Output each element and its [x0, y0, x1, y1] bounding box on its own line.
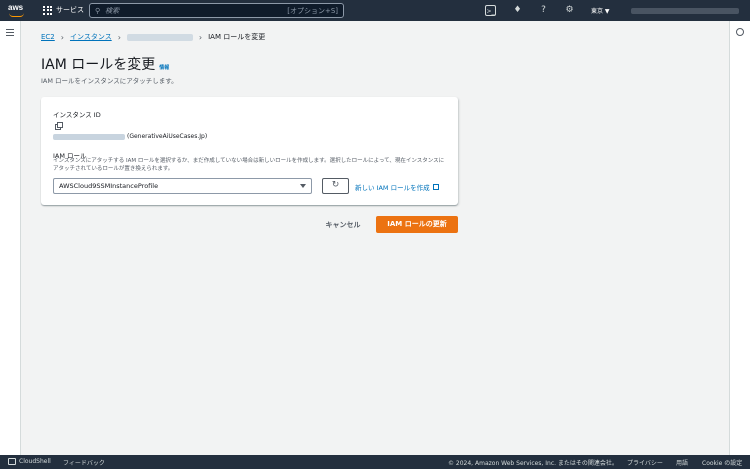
refresh-icon: ↻	[331, 180, 340, 190]
iam-role-form-card: インスタンス ID (GenerativeAiUseCases.Jp) IAM …	[41, 97, 458, 205]
breadcrumb-current: IAM ロールを変更	[208, 33, 266, 41]
cloudshell-icon[interactable]: >_	[485, 5, 496, 16]
breadcrumb-instance-id-redacted[interactable]	[126, 33, 193, 41]
iam-role-description: インスタンスにアタッチする IAM ロールを選択するか、まだ作成していない場合は…	[53, 158, 445, 172]
cancel-button[interactable]: キャンセル	[317, 217, 369, 233]
info-link[interactable]: 情報	[159, 64, 169, 71]
region-selector[interactable]: 東京 ▼	[591, 6, 610, 15]
search-icon: ⚲	[95, 6, 101, 15]
aws-logo[interactable]: aws	[8, 3, 28, 18]
external-link-icon	[432, 184, 439, 190]
instance-name: (GenerativeAiUseCases.Jp)	[127, 133, 208, 140]
update-iam-role-button[interactable]: IAM ロールの更新	[376, 216, 458, 233]
instance-id-label: インスタンス ID	[53, 111, 101, 119]
info-panel-icon[interactable]	[736, 28, 744, 36]
services-menu-button[interactable]: サービス	[43, 5, 84, 15]
left-panel	[0, 21, 21, 455]
breadcrumb-instances[interactable]: インスタンス	[70, 32, 112, 42]
instance-id-value: (GenerativeAiUseCases.Jp)	[53, 133, 207, 140]
search-input[interactable]: ⚲ 検索 [オプション+S]	[89, 3, 344, 18]
iam-role-select[interactable]: AWSCloud9SSMInstanceProfile	[53, 178, 312, 194]
caret-down-icon	[300, 184, 306, 188]
refresh-button[interactable]: ↻	[322, 178, 349, 194]
account-menu[interactable]	[631, 8, 739, 14]
help-icon[interactable]: ?	[538, 5, 549, 16]
bell-icon[interactable]: ♦	[512, 5, 523, 16]
instance-id-redacted	[53, 133, 125, 140]
page-title-text: IAM ロールを変更	[41, 57, 156, 73]
gear-icon[interactable]: ⚙	[564, 5, 575, 16]
breadcrumb-ec2[interactable]: EC2	[41, 33, 55, 41]
services-label: サービス	[56, 6, 84, 14]
privacy-link[interactable]: プライバシー	[627, 458, 663, 467]
page-title: IAM ロールを変更 情報	[41, 54, 169, 74]
page-subtitle: IAM ロールをインスタンスにアタッチします。	[41, 77, 178, 85]
copyright-text: © 2024, Amazon Web Services, Inc. またはその関…	[448, 460, 618, 467]
right-panel	[729, 21, 750, 455]
chevron-right-icon: ›	[60, 32, 64, 42]
aws-smile-icon	[9, 13, 24, 17]
footer: CloudShell フィードバック © 2024, Amazon Web Se…	[0, 455, 750, 469]
menu-icon[interactable]	[6, 29, 14, 36]
search-shortcut: [オプション+S]	[287, 6, 338, 15]
aws-logo-text: aws	[8, 3, 24, 12]
create-role-link-text: 新しい IAM ロールを作成	[355, 184, 430, 192]
chevron-right-icon: ›	[198, 32, 203, 42]
grid-icon	[43, 5, 52, 15]
feedback-link[interactable]: フィードバック	[63, 458, 105, 467]
cloudshell-footer-icon[interactable]	[8, 458, 16, 465]
top-navigation: aws サービス ⚲ 検索 [オプション+S] >_ ♦ ? ⚙ 東京 ▼	[0, 0, 750, 21]
cookie-settings-link[interactable]: Cookie の設定	[702, 458, 742, 467]
breadcrumb: EC2 › インスタンス › › IAM ロールを変更	[41, 32, 265, 42]
create-role-link[interactable]: 新しい IAM ロールを作成	[355, 182, 439, 192]
cloudshell-link[interactable]: CloudShell	[19, 458, 51, 465]
search-placeholder: 検索	[105, 6, 120, 15]
iam-role-selected-value: AWSCloud9SSMInstanceProfile	[59, 182, 159, 190]
chevron-right-icon: ›	[117, 32, 121, 42]
copy-icon[interactable]	[55, 122, 63, 130]
terms-link[interactable]: 用語	[676, 458, 688, 467]
